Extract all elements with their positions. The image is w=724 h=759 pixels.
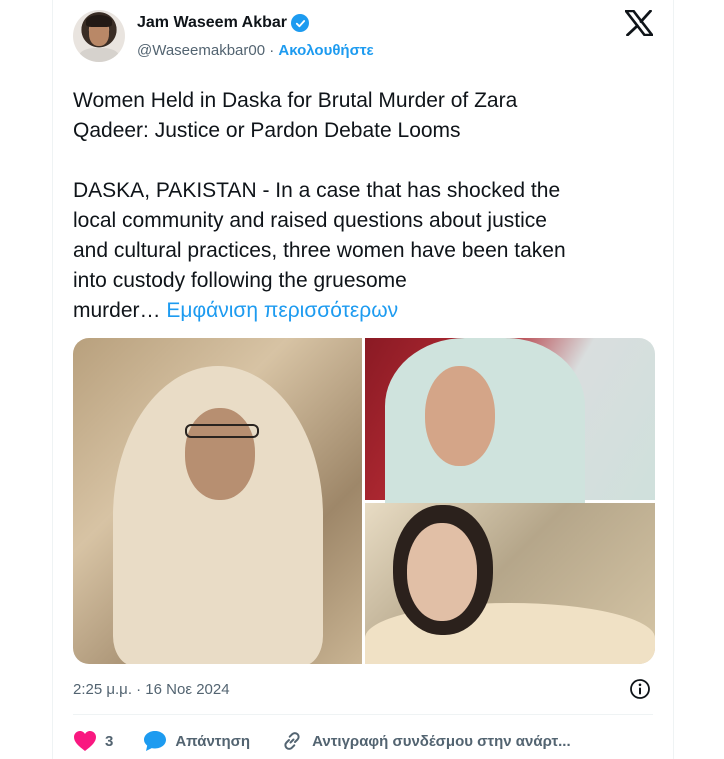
- x-logo-icon[interactable]: [624, 9, 654, 37]
- photo-face-shape: [407, 523, 477, 621]
- tweet-actions: 3 Απάντηση Αντιγραφή συνδέσμου στην ανάρ…: [73, 728, 571, 754]
- tweet-text: Women Held in Daska for Brutal Murder of…: [73, 86, 663, 326]
- copy-link-button[interactable]: Αντιγραφή συνδέσμου στην ανάρτ...: [280, 729, 571, 753]
- link-icon: [284, 732, 300, 750]
- photo-woman-glasses-headscarf[interactable]: [73, 338, 362, 664]
- photo-face-shape: [185, 408, 255, 500]
- divider: [73, 714, 653, 715]
- handle-separator: ·: [265, 42, 279, 59]
- photo-face-shape: [425, 366, 495, 466]
- author-name-row: Jam Waseem Akbar: [137, 14, 309, 32]
- media-grid[interactable]: [73, 338, 655, 664]
- reply-button[interactable]: Απάντηση: [143, 730, 280, 752]
- tweet-card: Jam Waseem Akbar @Waseemakbar00 · Ακολου…: [52, 0, 674, 759]
- photo-woman-cream-scarf[interactable]: [365, 503, 655, 664]
- follow-button[interactable]: Ακολουθήστε: [278, 42, 373, 59]
- info-icon[interactable]: [629, 678, 651, 700]
- tweet-timestamp[interactable]: 2:25 μ.μ. · 16 Νοε 2024: [73, 681, 230, 698]
- author-handle[interactable]: @Waseemakbar00: [137, 42, 265, 59]
- show-more-link[interactable]: Εμφάνιση περισσότερων: [161, 299, 398, 322]
- copy-link-label: Αντιγραφή συνδέσμου στην ανάρτ...: [312, 732, 571, 750]
- avatar-hair: [86, 15, 112, 27]
- heart-icon: [74, 731, 96, 751]
- tweet-body: Women Held in Daska for Brutal Murder of…: [73, 89, 566, 322]
- photo-glasses-shape: [185, 424, 259, 438]
- avatar-shirt: [79, 48, 119, 62]
- author-display-name[interactable]: Jam Waseem Akbar: [137, 14, 287, 32]
- reply-label: Απάντηση: [175, 732, 251, 750]
- verified-badge-icon: [291, 14, 309, 32]
- photo-woman-green-scarf[interactable]: [365, 338, 655, 508]
- avatar[interactable]: [73, 10, 125, 62]
- like-count: 3: [105, 732, 114, 750]
- author-handle-row: @Waseemakbar00 · Ακολουθήστε: [137, 42, 374, 59]
- reply-bubble-icon: [144, 731, 167, 751]
- like-button[interactable]: 3: [73, 730, 143, 752]
